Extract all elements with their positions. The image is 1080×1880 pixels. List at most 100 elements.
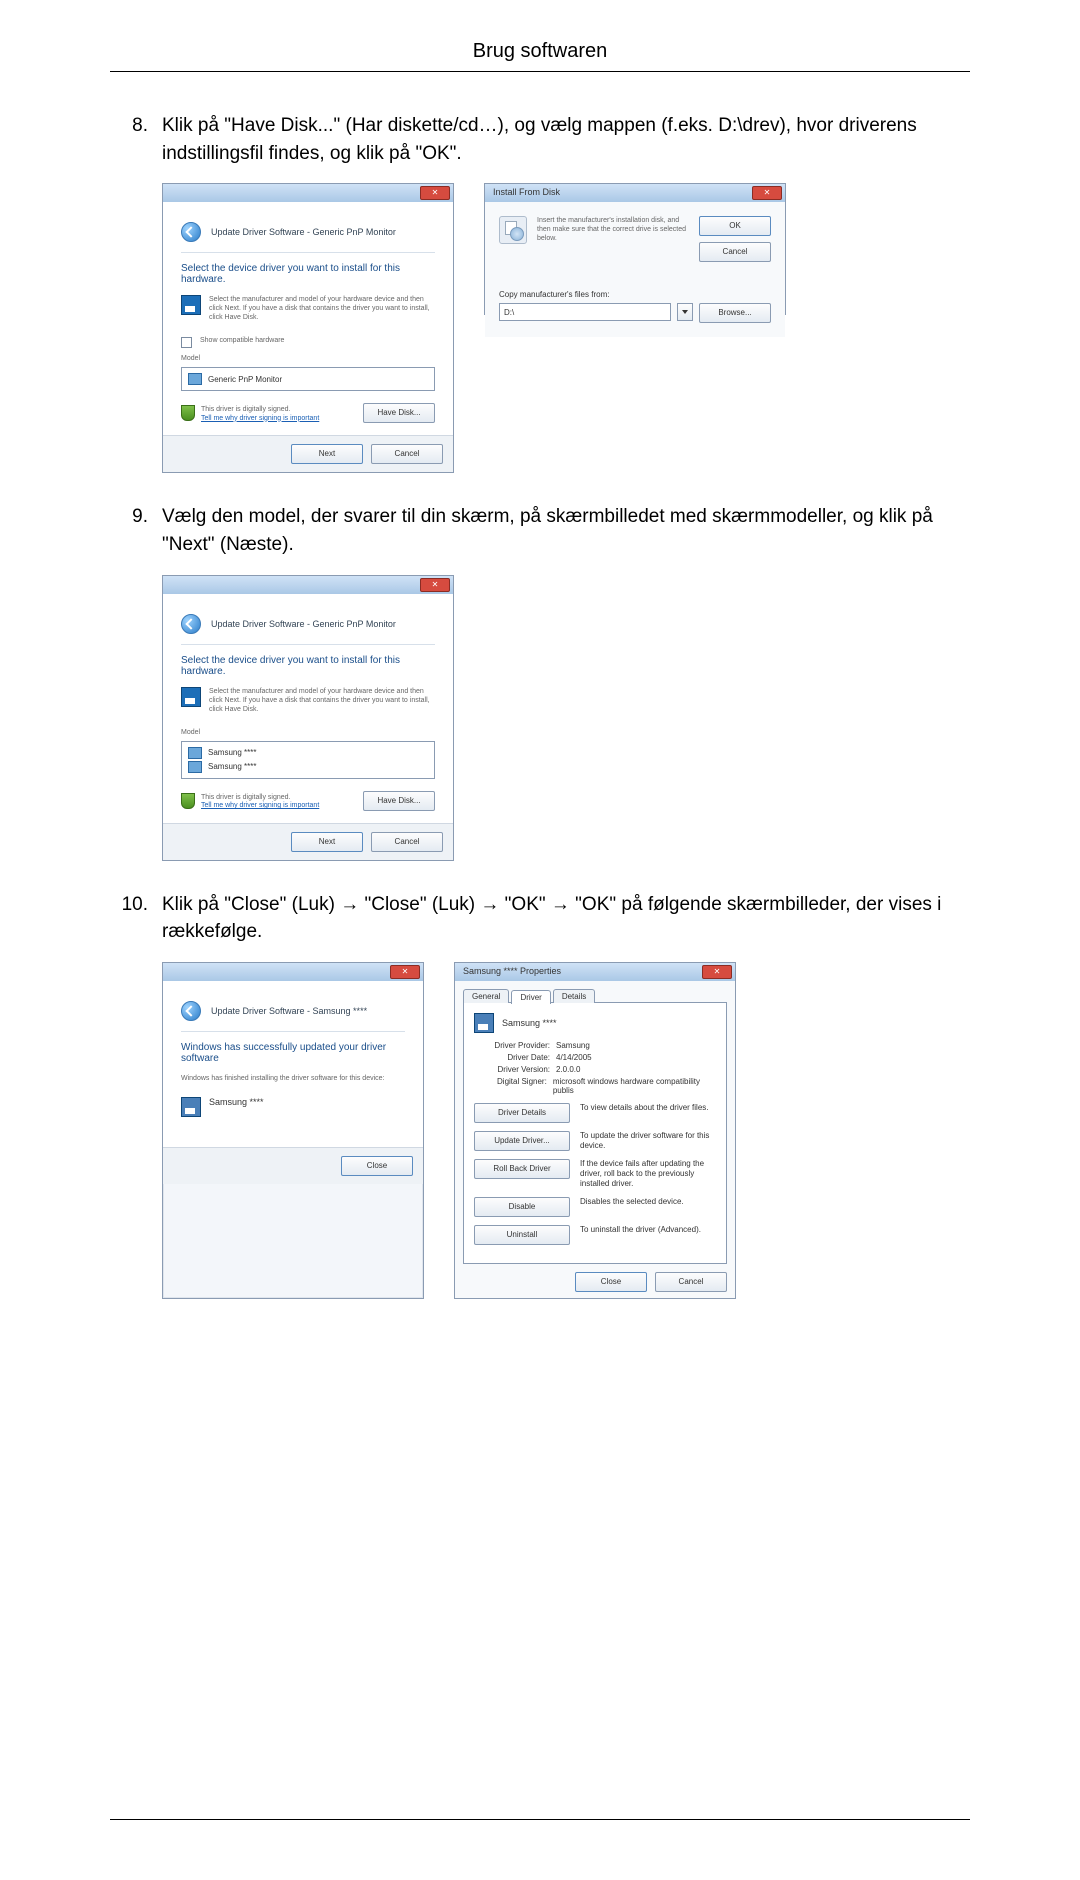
step-number: 8. bbox=[110, 112, 162, 167]
device-name: Samsung **** bbox=[209, 1097, 264, 1107]
footer-rule bbox=[110, 1819, 970, 1820]
browse-button[interactable]: Browse... bbox=[699, 303, 771, 323]
ok-button[interactable]: OK bbox=[699, 216, 771, 236]
shield-icon bbox=[181, 405, 195, 421]
titlebar: ✕ bbox=[163, 184, 453, 202]
shield-icon bbox=[181, 793, 195, 809]
close-button[interactable]: Close bbox=[575, 1272, 647, 1292]
list-item-label: Samsung **** bbox=[208, 762, 256, 771]
model-label: Model bbox=[181, 354, 435, 363]
uninstall-button[interactable]: Uninstall bbox=[474, 1225, 570, 1245]
back-icon[interactable] bbox=[181, 1001, 201, 1021]
step-10: 10. Klik på "Close" (Luk) → "Close" (Luk… bbox=[110, 891, 970, 946]
rollback-driver-desc: If the device fails after updating the d… bbox=[580, 1159, 716, 1189]
path-input[interactable]: D:\ bbox=[499, 303, 671, 321]
signed-text: This driver is digitally signed. bbox=[201, 793, 319, 802]
monitor-icon bbox=[181, 1097, 201, 1117]
dialog-title: Install From Disk bbox=[493, 187, 560, 197]
disable-desc: Disables the selected device. bbox=[580, 1197, 716, 1207]
disable-button[interactable]: Disable bbox=[474, 1197, 570, 1217]
dialog-install-from-disk: Install From Disk ✕ Insert the manufactu… bbox=[484, 183, 786, 315]
breadcrumb: Update Driver Software - Generic PnP Mon… bbox=[211, 619, 396, 629]
disk-icon bbox=[499, 216, 527, 244]
tab-driver[interactable]: Driver bbox=[511, 990, 550, 1004]
list-item[interactable]: Generic PnP Monitor bbox=[188, 372, 428, 386]
cancel-button[interactable]: Cancel bbox=[371, 832, 443, 852]
tab-details[interactable]: Details bbox=[553, 989, 595, 1003]
dialog-heading: Windows has successfully updated your dr… bbox=[181, 1042, 405, 1064]
close-icon[interactable]: ✕ bbox=[420, 186, 450, 200]
cancel-button[interactable]: Cancel bbox=[655, 1272, 727, 1292]
value-provider: Samsung bbox=[556, 1041, 590, 1050]
step-text: Klik på "Have Disk..." (Har diskette/cd…… bbox=[162, 112, 970, 167]
step-number: 10. bbox=[110, 891, 162, 946]
dropdown-toggle[interactable] bbox=[677, 303, 693, 321]
close-icon[interactable]: ✕ bbox=[702, 965, 732, 979]
step-number: 9. bbox=[110, 503, 162, 558]
monitor-icon bbox=[188, 747, 202, 759]
value-date: 4/14/2005 bbox=[556, 1053, 592, 1062]
signing-link[interactable]: Tell me why driver signing is important bbox=[201, 415, 319, 422]
signing-link[interactable]: Tell me why driver signing is important bbox=[201, 802, 319, 809]
page-title: Brug softwaren bbox=[110, 40, 970, 72]
step-text: Klik på "Close" (Luk) → "Close" (Luk) → … bbox=[162, 891, 970, 946]
hint-text: Select the manufacturer and model of you… bbox=[209, 295, 435, 322]
label-provider: Driver Provider: bbox=[474, 1041, 556, 1050]
hint-text: Select the manufacturer and model of you… bbox=[209, 687, 435, 714]
next-button[interactable]: Next bbox=[291, 444, 363, 464]
install-msg: Insert the manufacturer's installation d… bbox=[537, 216, 689, 262]
monitor-icon bbox=[188, 373, 202, 385]
update-driver-desc: To update the driver software for this d… bbox=[580, 1131, 716, 1151]
cancel-button[interactable]: Cancel bbox=[371, 444, 443, 464]
step-text: Vælg den model, der svarer til din skærm… bbox=[162, 503, 970, 558]
close-icon[interactable]: ✕ bbox=[420, 578, 450, 592]
uninstall-desc: To uninstall the driver (Advanced). bbox=[580, 1225, 716, 1235]
step-9: 9. Vælg den model, der svarer til din sk… bbox=[110, 503, 970, 558]
label-signer: Digital Signer: bbox=[474, 1077, 553, 1095]
list-item-label: Generic PnP Monitor bbox=[208, 375, 282, 384]
model-list[interactable]: Generic PnP Monitor bbox=[181, 367, 435, 391]
breadcrumb: Update Driver Software - Generic PnP Mon… bbox=[211, 227, 396, 237]
value-signer: microsoft windows hardware compatibility… bbox=[553, 1077, 716, 1095]
value-version: 2.0.0.0 bbox=[556, 1065, 580, 1074]
show-compatible-label: Show compatible hardware bbox=[200, 336, 284, 345]
list-item[interactable]: Samsung **** bbox=[188, 760, 428, 774]
success-subtext: Windows has finished installing the driv… bbox=[181, 1074, 405, 1083]
driver-details-button[interactable]: Driver Details bbox=[474, 1103, 570, 1123]
monitor-icon bbox=[474, 1013, 494, 1033]
chevron-down-icon bbox=[682, 310, 688, 314]
back-icon[interactable] bbox=[181, 614, 201, 634]
label-version: Driver Version: bbox=[474, 1065, 556, 1074]
back-icon[interactable] bbox=[181, 222, 201, 242]
monitor-icon bbox=[188, 761, 202, 773]
list-item[interactable]: Samsung **** bbox=[188, 746, 428, 760]
close-icon[interactable]: ✕ bbox=[752, 186, 782, 200]
step-8: 8. Klik på "Have Disk..." (Har diskette/… bbox=[110, 112, 970, 167]
model-label: Model bbox=[181, 728, 435, 737]
close-button[interactable]: Close bbox=[341, 1156, 413, 1176]
next-button[interactable]: Next bbox=[291, 832, 363, 852]
dialog-select-driver: ✕ Update Driver Software - Generic PnP M… bbox=[162, 183, 454, 473]
dialog-heading: Select the device driver you want to ins… bbox=[181, 655, 435, 677]
close-icon[interactable]: ✕ bbox=[390, 965, 420, 979]
device-name: Samsung **** bbox=[502, 1018, 557, 1028]
label-date: Driver Date: bbox=[474, 1053, 556, 1062]
breadcrumb: Update Driver Software - Samsung **** bbox=[211, 1006, 367, 1016]
dialog-update-success: ✕ Update Driver Software - Samsung **** … bbox=[162, 962, 424, 1299]
have-disk-button[interactable]: Have Disk... bbox=[363, 791, 435, 811]
path-value: D:\ bbox=[504, 308, 514, 317]
dialog-title: Samsung **** Properties bbox=[463, 966, 561, 976]
show-compatible-checkbox[interactable] bbox=[181, 337, 192, 348]
update-driver-button[interactable]: Update Driver... bbox=[474, 1131, 570, 1151]
copy-from-label: Copy manufacturer's files from: bbox=[499, 290, 771, 299]
tab-general[interactable]: General bbox=[463, 989, 509, 1003]
dialog-select-model: ✕ Update Driver Software - Generic PnP M… bbox=[162, 575, 454, 861]
cancel-button[interactable]: Cancel bbox=[699, 242, 771, 262]
floppy-icon bbox=[181, 295, 201, 315]
model-list[interactable]: Samsung **** Samsung **** bbox=[181, 741, 435, 779]
rollback-driver-button[interactable]: Roll Back Driver bbox=[474, 1159, 570, 1179]
have-disk-button[interactable]: Have Disk... bbox=[363, 403, 435, 423]
dialog-heading: Select the device driver you want to ins… bbox=[181, 263, 435, 285]
dialog-properties: Samsung **** Properties ✕ General Driver… bbox=[454, 962, 736, 1299]
tabs: General Driver Details bbox=[463, 989, 727, 1003]
